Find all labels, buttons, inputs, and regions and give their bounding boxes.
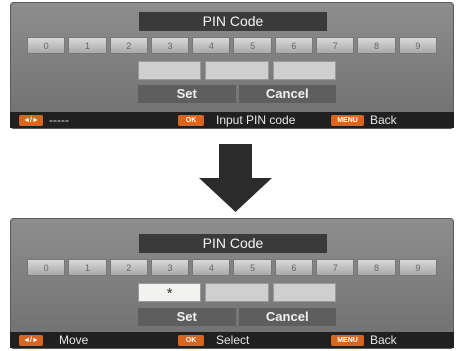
pin-code-dialog-after: PIN Code 0 1 2 3 4 5 6 7 8 9 * Set Cance… xyxy=(10,218,454,349)
status-right-text: Back xyxy=(370,333,397,347)
digit-key-3[interactable]: 3 xyxy=(150,37,190,54)
pin-entry-fields xyxy=(138,61,336,80)
digit-key-3[interactable]: 3 xyxy=(150,259,190,276)
digit-keypad: 0 1 2 3 4 5 6 7 8 9 xyxy=(27,37,437,54)
digit-key-6[interactable]: 6 xyxy=(274,37,314,54)
status-bar: ◄/► Move OK Select MENU Back xyxy=(10,332,454,348)
action-buttons: Set Cancel xyxy=(138,85,336,103)
pin-entry-fields: * xyxy=(138,283,336,302)
down-arrow-icon xyxy=(199,144,272,212)
pin-field-1[interactable]: * xyxy=(138,283,202,302)
pin-field-2[interactable] xyxy=(205,283,269,302)
digit-key-5[interactable]: 5 xyxy=(233,37,272,54)
ok-key-icon: OK xyxy=(178,335,204,346)
status-left-text: Move xyxy=(59,333,89,347)
digit-key-0[interactable]: 0 xyxy=(27,37,66,54)
dialog-title: PIN Code xyxy=(139,12,327,31)
pin-field-2[interactable] xyxy=(205,61,269,80)
digit-key-1[interactable]: 1 xyxy=(68,37,107,54)
digit-key-9[interactable]: 9 xyxy=(398,259,437,276)
pin-field-1[interactable] xyxy=(138,61,202,80)
status-mid-text: Input PIN code xyxy=(216,113,296,127)
cancel-button[interactable]: Cancel xyxy=(238,85,336,103)
digit-key-4[interactable]: 4 xyxy=(192,37,231,54)
digit-key-5[interactable]: 5 xyxy=(233,259,272,276)
ok-key-icon: OK xyxy=(178,115,204,126)
digit-key-7[interactable]: 7 xyxy=(316,259,355,276)
pin-field-3[interactable] xyxy=(272,283,336,302)
set-button[interactable]: Set xyxy=(138,85,236,103)
menu-key-icon: MENU xyxy=(331,335,364,346)
digit-key-2[interactable]: 2 xyxy=(109,37,148,54)
digit-key-0[interactable]: 0 xyxy=(27,259,66,276)
pin-field-3[interactable] xyxy=(272,61,336,80)
pin-code-dialog-before: PIN Code 0 1 2 3 4 5 6 7 8 9 Set Cancel … xyxy=(10,2,454,129)
status-right-text: Back xyxy=(370,113,397,127)
cancel-button[interactable]: Cancel xyxy=(238,308,336,326)
left-right-key-icon: ◄/► xyxy=(19,115,43,126)
digit-key-2[interactable]: 2 xyxy=(109,259,148,276)
digit-key-7[interactable]: 7 xyxy=(316,37,355,54)
digit-key-8[interactable]: 8 xyxy=(357,37,396,54)
digit-key-1[interactable]: 1 xyxy=(68,259,107,276)
menu-key-icon: MENU xyxy=(331,115,364,126)
digit-keypad: 0 1 2 3 4 5 6 7 8 9 xyxy=(27,259,437,276)
status-mid-text: Select xyxy=(216,333,250,347)
left-right-key-icon: ◄/► xyxy=(19,335,43,346)
digit-key-6[interactable]: 6 xyxy=(274,259,314,276)
status-bar: ◄/► ----- OK Input PIN code MENU Back xyxy=(10,112,454,128)
digit-key-4[interactable]: 4 xyxy=(192,259,231,276)
digit-key-8[interactable]: 8 xyxy=(357,259,396,276)
set-button[interactable]: Set xyxy=(138,308,236,326)
digit-key-9[interactable]: 9 xyxy=(398,37,437,54)
status-left-text: ----- xyxy=(49,113,69,127)
action-buttons: Set Cancel xyxy=(138,308,336,326)
dialog-title: PIN Code xyxy=(139,234,327,253)
